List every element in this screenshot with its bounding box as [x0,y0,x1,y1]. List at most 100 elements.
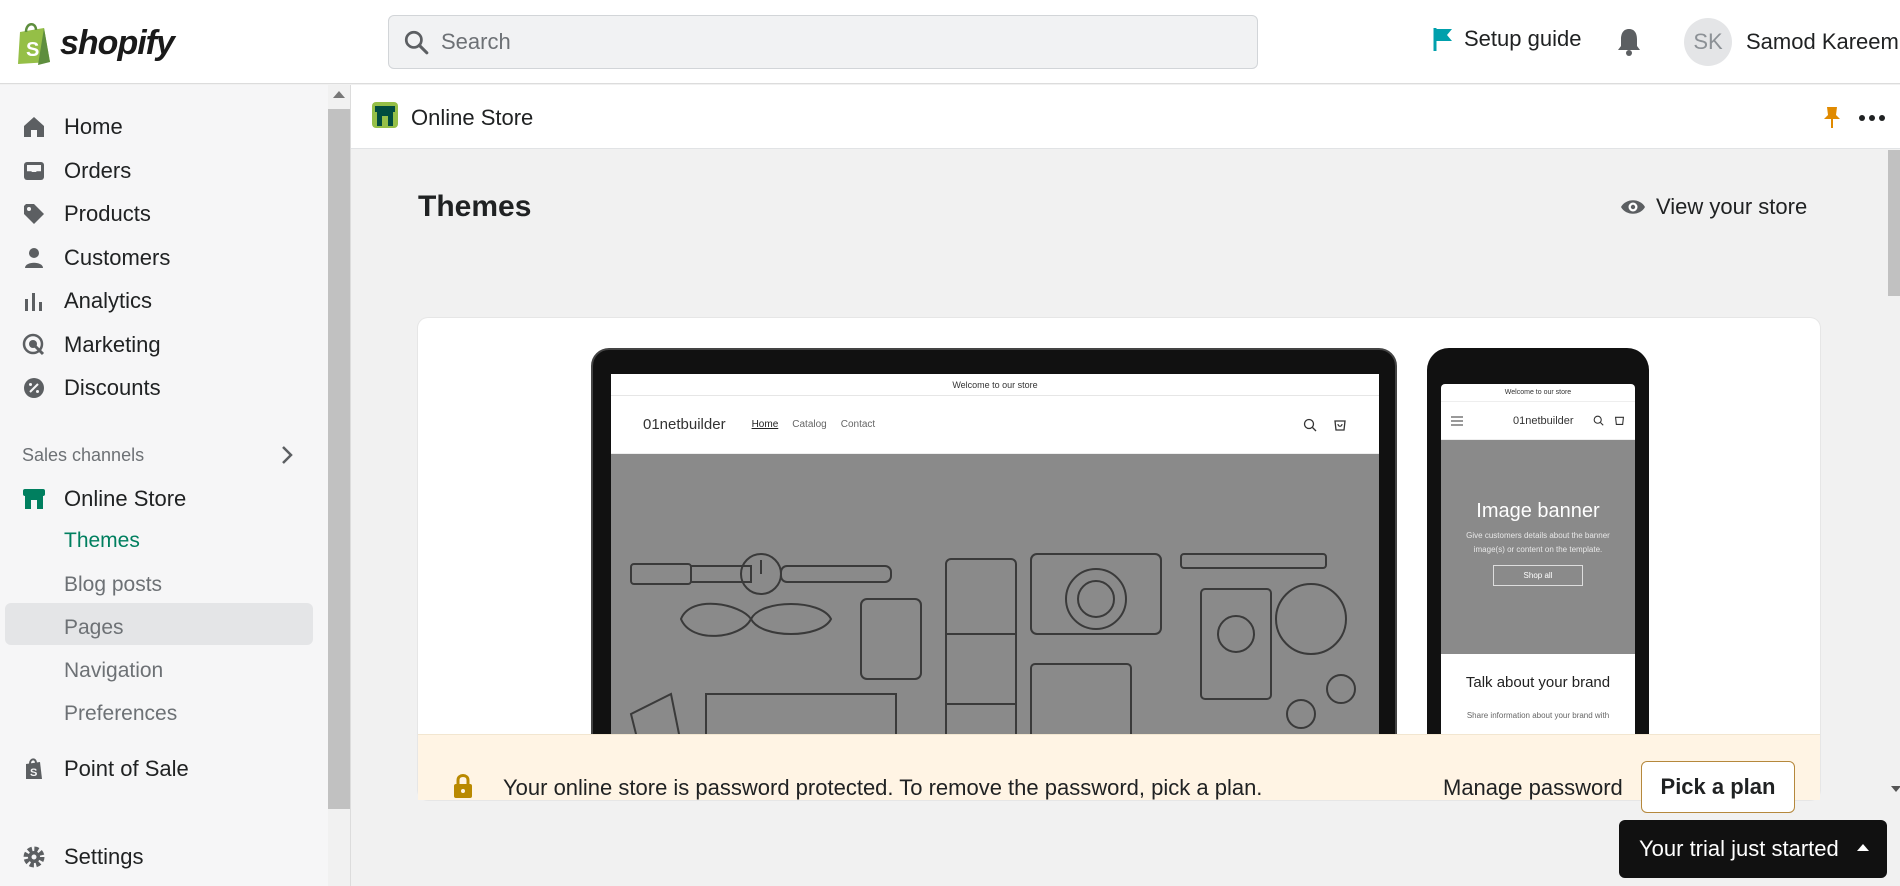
search-bar[interactable] [388,15,1258,69]
sidebar-item-label: Products [64,201,151,226]
sidebar-subitem-pages[interactable]: Pages [64,616,124,640]
person-icon [20,244,48,272]
main-scrollbar-thumb[interactable] [1888,150,1900,296]
pos-bag-icon: S [20,755,48,783]
app-header: Online Store [351,85,1900,149]
sidebar-item-label: Home [64,114,123,139]
user-name: Samod Kareem [1746,29,1899,54]
store-icon [20,485,48,513]
store-header: 01netbuilder Home Catalog Contact [611,396,1379,454]
logo-text: shopify [60,23,175,62]
trial-label: Your trial just started [1639,836,1839,861]
theme-preview-card: Welcome to our store 01netbuilder Home C… [418,318,1820,800]
tag-icon [20,200,48,228]
shopify-bag-icon: S [18,23,50,65]
scroll-down-arrow-icon[interactable] [1891,786,1900,792]
sidebar-item-analytics[interactable]: Analytics [20,281,152,321]
mobile-brand-section: Talk about your brand Share information … [1441,654,1635,726]
sidebar-item-customers[interactable]: Customers [20,238,170,278]
sidebar-item-orders[interactable]: Orders [20,151,131,191]
mobile-brand-title: Talk about your brand [1465,674,1611,691]
mobile-banner-text: Give customers details about the banner … [1466,531,1610,554]
search-icon [404,30,429,55]
cart-icon [1334,419,1346,431]
sidebar-subitem-blog-posts[interactable]: Blog posts [64,573,162,597]
sidebar-item-label: Discounts [64,375,161,400]
mobile-store-name: 01netbuilder [1513,414,1574,427]
shopify-logo[interactable]: S shopify [14,20,175,66]
store-nav-link: Home [751,419,779,430]
sidebar-item-label: Point of Sale [64,756,189,781]
sidebar-item-discounts[interactable]: Discounts [20,368,161,408]
sidebar-item-label: Settings [64,844,144,869]
more-actions-icon[interactable] [1859,115,1885,121]
hamburger-menu-icon [1451,416,1463,425]
mobile-shop-all-button: Shop all [1492,565,1584,586]
svg-text:S: S [30,767,37,779]
active-item-highlight [5,603,313,645]
lock-icon [452,773,474,804]
view-store-button[interactable]: View your store [1620,194,1807,220]
sidebar-scrollbar-thumb[interactable] [328,109,350,809]
page-title: Themes [418,190,532,223]
bell-icon [1618,29,1640,56]
mobile-announcement-bar: Welcome to our store [1441,384,1635,402]
pick-a-plan-button[interactable]: Pick a plan [1641,761,1795,813]
sidebar-item-products[interactable]: Products [20,194,151,234]
target-icon [20,331,48,359]
search-input[interactable] [441,29,1221,55]
sidebar-scrollbar[interactable] [328,85,350,886]
mobile-image-banner: Image banner Give customers details abou… [1441,440,1635,654]
main-scrollbar[interactable] [1888,150,1900,800]
manage-password-link[interactable]: Manage password [1443,775,1623,801]
orders-icon [20,157,48,185]
sidebar-item-online-store[interactable]: Online Store [20,479,186,519]
sidebar-subitem-themes[interactable]: Themes [64,529,140,553]
desktop-preview[interactable]: Welcome to our store 01netbuilder Home C… [591,348,1397,800]
announcement-bar: Welcome to our store [611,374,1379,396]
sidebar-subitem-navigation[interactable]: Navigation [64,659,163,683]
gear-icon [20,843,48,871]
mobile-preview[interactable]: Welcome to our store 01netbuilder Image … [1427,348,1649,800]
top-bar: S shopify Setup guide SK Samod Kareem [0,0,1900,84]
sidebar-item-label: Customers [64,245,171,270]
cart-icon [1614,416,1625,425]
sidebar-item-label: Online Store [64,486,187,511]
store-nav-link: Catalog [792,419,827,430]
svg-text:S: S [26,39,39,61]
sidebar-item-label: Analytics [64,288,153,313]
mobile-brand-text: Share information about your brand with [1466,711,1610,720]
store-nav-link: Contact [840,419,876,430]
home-icon [20,113,48,141]
view-store-label: View your store [1656,194,1808,219]
password-banner-text: Your online store is password protected.… [503,775,1263,800]
app-header-title: Online Store [411,105,534,130]
pin-icon[interactable] [1823,105,1841,134]
sidebar-item-point-of-sale[interactable]: S Point of Sale [20,749,189,789]
mobile-store-header: 01netbuilder [1441,402,1635,440]
sidebar-item-marketing[interactable]: Marketing [20,325,161,365]
search-icon [1593,415,1604,426]
sidebar-item-label: Marketing [64,332,161,357]
eye-icon [1621,200,1645,214]
sidebar-subitem-preferences[interactable]: Preferences [64,702,177,726]
scroll-up-arrow-icon[interactable] [333,91,345,98]
avatar: SK [1684,18,1732,66]
store-name: 01netbuilder [643,416,726,433]
trial-status-button[interactable]: Your trial just started [1619,820,1887,878]
sidebar-item-settings[interactable]: Settings [20,837,144,877]
notifications-button[interactable] [1616,26,1642,61]
sidebar-item-home[interactable]: Home [20,107,123,147]
setup-guide-label: Setup guide [1464,26,1582,51]
chevron-right-icon[interactable] [280,445,294,470]
password-protection-banner: Your online store is password protected.… [418,734,1820,813]
discount-icon [20,374,48,402]
user-menu[interactable]: SK Samod Kareem [1684,18,1899,66]
flag-icon [1433,28,1452,51]
mobile-banner-title: Image banner [1476,500,1600,522]
search-icon [1303,418,1317,431]
sidebar-divider [350,85,351,886]
online-store-icon [371,101,399,134]
setup-guide-button[interactable]: Setup guide [1432,26,1581,52]
sidebar-item-label: Orders [64,158,132,183]
